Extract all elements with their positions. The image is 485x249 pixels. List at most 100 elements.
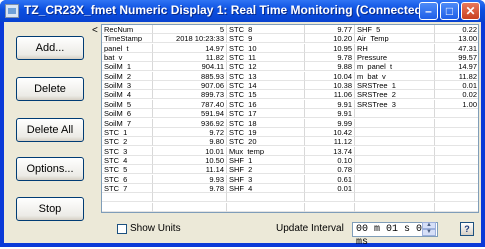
title-bar[interactable]: TZ_CR23X_fmet Numeric Display 1: Real Ti… <box>0 0 485 22</box>
field-value-cell[interactable]: 1.00 <box>435 100 478 109</box>
minimize-button[interactable]: – <box>419 2 438 20</box>
field-name-cell[interactable]: bat_v <box>102 53 153 63</box>
field-name-cell[interactable]: STC_6 <box>102 174 153 184</box>
field-name-cell[interactable]: RH <box>355 43 435 53</box>
field-value-cell[interactable]: 9.99 <box>305 118 355 128</box>
field-value-cell[interactable]: 9.91 <box>305 99 355 109</box>
field-name-cell[interactable]: STC_8 <box>227 25 305 34</box>
field-value-cell[interactable]: 14.97 <box>153 43 227 53</box>
field-name-cell[interactable] <box>355 183 435 193</box>
field-value-cell[interactable]: 9.72 <box>153 127 227 137</box>
field-value-cell[interactable]: 11.14 <box>153 165 227 175</box>
field-value-cell[interactable]: 11.12 <box>305 137 355 147</box>
field-name-cell[interactable] <box>102 202 153 212</box>
field-name-cell[interactable] <box>355 118 435 128</box>
field-value-cell[interactable] <box>305 193 355 203</box>
show-units-checkbox[interactable] <box>117 224 127 234</box>
field-name-cell[interactable]: SoilM_2 <box>102 71 153 81</box>
field-name-cell[interactable]: m_bat_v <box>355 71 435 81</box>
field-value-cell[interactable] <box>435 193 478 203</box>
field-value-cell[interactable]: 899.73 <box>153 90 227 100</box>
field-value-cell[interactable] <box>435 175 478 184</box>
field-name-cell[interactable]: SRSTree_1 <box>355 81 435 91</box>
field-value-cell[interactable] <box>435 109 478 119</box>
maximize-button[interactable]: □ <box>440 2 459 20</box>
field-name-cell[interactable] <box>355 127 435 137</box>
field-name-cell[interactable]: STC_16 <box>227 99 305 109</box>
field-name-cell[interactable]: STC_3 <box>102 146 153 156</box>
numeric-display-grid[interactable]: RecNum 5 STC_8 9.77 SHF_5 0.22 TimeStamp 2018 1… <box>101 24 479 213</box>
field-name-cell[interactable] <box>227 193 305 203</box>
field-value-cell[interactable] <box>435 128 478 137</box>
field-value-cell[interactable]: 0.78 <box>305 165 355 175</box>
field-name-cell[interactable]: TimeStamp <box>102 34 153 44</box>
update-interval-spinner[interactable]: ▲ ▼ <box>422 222 436 237</box>
field-value-cell[interactable]: 885.93 <box>153 71 227 81</box>
field-name-cell[interactable]: STC_9 <box>227 34 305 44</box>
field-name-cell[interactable] <box>227 202 305 212</box>
field-name-cell[interactable]: STC_10 <box>227 43 305 53</box>
field-name-cell[interactable]: STC_13 <box>227 71 305 81</box>
field-name-cell[interactable] <box>355 202 435 212</box>
field-value-cell[interactable] <box>435 156 478 165</box>
field-value-cell[interactable] <box>435 119 478 128</box>
spin-down-icon[interactable]: ▼ <box>422 229 436 236</box>
field-value-cell[interactable]: 11.06 <box>305 90 355 100</box>
field-name-cell[interactable]: Mux_temp <box>227 146 305 156</box>
field-value-cell[interactable]: 13.00 <box>435 34 478 44</box>
field-name-cell[interactable]: Air_Temp <box>355 34 435 44</box>
field-value-cell[interactable]: 9.78 <box>305 53 355 63</box>
spin-up-icon[interactable]: ▲ <box>422 222 436 229</box>
field-name-cell[interactable]: SoilM_5 <box>102 99 153 109</box>
field-name-cell[interactable]: SHF_4 <box>227 183 305 193</box>
stop-button[interactable]: Stop <box>16 197 84 221</box>
field-value-cell[interactable]: 2018 10:23:33 <box>153 34 227 44</box>
field-name-cell[interactable]: m_panel_t <box>355 62 435 72</box>
field-name-cell[interactable] <box>355 146 435 156</box>
field-value-cell[interactable]: 11.82 <box>435 72 478 81</box>
field-value-cell[interactable] <box>305 202 355 212</box>
field-name-cell[interactable]: STC_15 <box>227 90 305 100</box>
field-name-cell[interactable]: SoilM_6 <box>102 109 153 119</box>
field-name-cell[interactable]: SHF_5 <box>355 25 435 34</box>
field-value-cell[interactable]: 10.42 <box>305 127 355 137</box>
field-value-cell[interactable]: 0.61 <box>305 174 355 184</box>
field-value-cell[interactable]: 9.88 <box>305 62 355 72</box>
field-value-cell[interactable]: 10.04 <box>305 71 355 81</box>
field-value-cell[interactable] <box>435 203 478 212</box>
field-value-cell[interactable]: 99.57 <box>435 53 478 63</box>
field-name-cell[interactable]: SHF_3 <box>227 174 305 184</box>
field-name-cell[interactable]: SoilM_4 <box>102 90 153 100</box>
field-value-cell[interactable]: 47.31 <box>435 44 478 53</box>
field-name-cell[interactable]: SRSTree_3 <box>355 99 435 109</box>
field-value-cell[interactable]: 13.74 <box>305 146 355 156</box>
field-name-cell[interactable]: Pressure <box>355 53 435 63</box>
delete-all-button[interactable]: Delete All <box>16 118 84 142</box>
field-name-cell[interactable]: STC_1 <box>102 127 153 137</box>
field-name-cell[interactable]: STC_5 <box>102 165 153 175</box>
field-value-cell[interactable]: 10.20 <box>305 34 355 44</box>
field-value-cell[interactable]: 907.06 <box>153 81 227 91</box>
field-name-cell[interactable]: STC_7 <box>102 183 153 193</box>
add-button[interactable]: Add... <box>16 36 84 60</box>
field-value-cell[interactable]: 9.91 <box>305 109 355 119</box>
field-value-cell[interactable] <box>435 184 478 193</box>
field-value-cell[interactable]: 904.11 <box>153 62 227 72</box>
delete-button[interactable]: Delete <box>16 77 84 101</box>
field-value-cell[interactable]: 936.92 <box>153 118 227 128</box>
field-value-cell[interactable]: 10.95 <box>305 43 355 53</box>
field-value-cell[interactable]: 11.82 <box>153 53 227 63</box>
field-value-cell[interactable]: 14.97 <box>435 62 478 72</box>
field-name-cell[interactable]: SoilM_7 <box>102 118 153 128</box>
collapse-chevron-icon[interactable]: < <box>92 25 98 36</box>
field-name-cell[interactable]: STC_12 <box>227 62 305 72</box>
field-value-cell[interactable] <box>435 137 478 147</box>
field-value-cell[interactable]: 9.93 <box>153 174 227 184</box>
field-name-cell[interactable] <box>355 193 435 203</box>
field-value-cell[interactable] <box>153 193 227 203</box>
field-name-cell[interactable]: STC_4 <box>102 155 153 165</box>
help-button[interactable]: ? <box>460 222 474 236</box>
field-name-cell[interactable] <box>355 155 435 165</box>
field-name-cell[interactable]: panel_t <box>102 43 153 53</box>
field-name-cell[interactable] <box>355 109 435 119</box>
